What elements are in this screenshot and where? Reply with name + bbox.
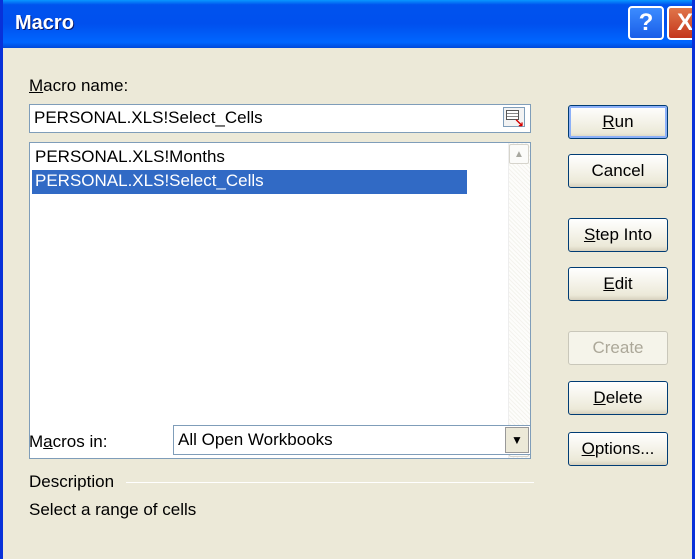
- macro-name-input[interactable]: PERSONAL.XLS!Select_Cells: [29, 104, 531, 133]
- collapse-dialog-icon[interactable]: ↘: [503, 107, 525, 130]
- options-button[interactable]: Options...: [568, 432, 668, 466]
- description-divider: [126, 482, 534, 483]
- macros-in-select[interactable]: All Open Workbooks ▼: [173, 425, 531, 455]
- run-button[interactable]: Run: [568, 105, 668, 139]
- close-button[interactable]: X: [667, 6, 693, 40]
- delete-button[interactable]: Delete: [568, 381, 668, 415]
- macros-in-label: Macros in:: [29, 432, 108, 451]
- close-icon: X: [676, 9, 693, 36]
- macro-name-label: Macro name:: [29, 76, 129, 95]
- chevron-down-icon[interactable]: ▼: [505, 427, 529, 453]
- macro-dialog: Macro ? X Macro name: PERSONAL.XLS!Selec…: [0, 0, 695, 559]
- scroll-up-icon[interactable]: ▲: [509, 144, 529, 164]
- edit-button[interactable]: Edit: [568, 267, 668, 301]
- macro-name-value: PERSONAL.XLS!Select_Cells: [34, 108, 263, 127]
- dialog-body: Macro name: PERSONAL.XLS!Select_Cells ↘ …: [3, 48, 692, 559]
- help-icon: ?: [638, 9, 654, 36]
- macro-list[interactable]: PERSONAL.XLS!Months PERSONAL.XLS!Select_…: [29, 142, 531, 459]
- create-button[interactable]: Create: [568, 331, 668, 365]
- cancel-button[interactable]: Cancel: [568, 154, 668, 188]
- dialog-title: Macro: [15, 12, 74, 34]
- list-item[interactable]: PERSONAL.XLS!Select_Cells: [32, 170, 467, 194]
- title-bar[interactable]: Macro ? X: [3, 0, 692, 48]
- list-item[interactable]: PERSONAL.XLS!Months: [32, 146, 228, 170]
- description-label: Description: [29, 472, 115, 491]
- description-text: Select a range of cells: [29, 500, 197, 519]
- macros-in-value: All Open Workbooks: [178, 430, 333, 449]
- help-button[interactable]: ?: [628, 6, 664, 40]
- vertical-scrollbar[interactable]: ▲ ▼: [508, 143, 530, 458]
- step-into-button[interactable]: Step Into: [568, 218, 668, 252]
